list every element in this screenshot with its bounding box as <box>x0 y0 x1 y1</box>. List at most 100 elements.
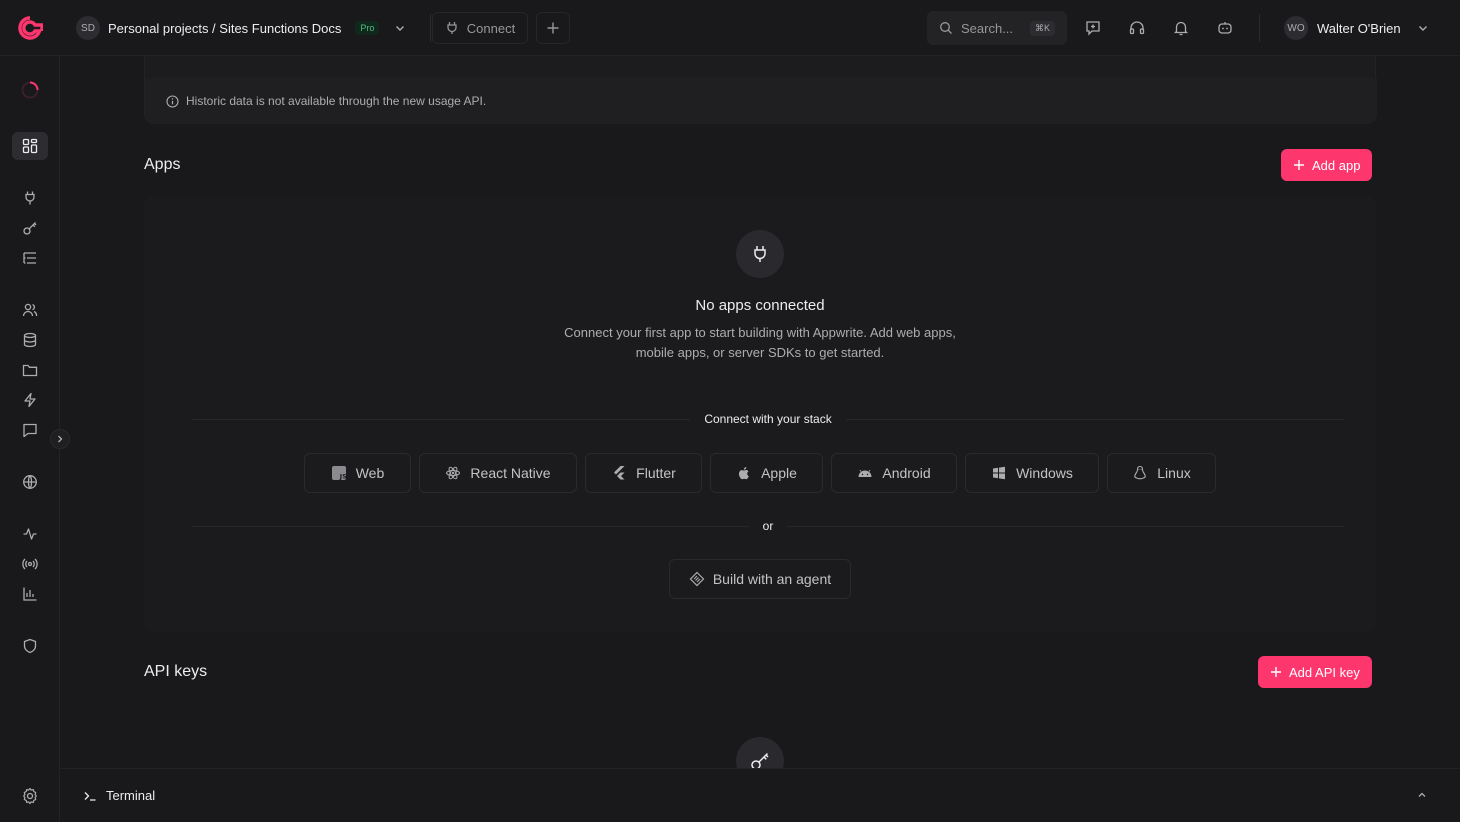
sidebar-item-onboarding[interactable] <box>12 76 48 104</box>
platform-android-button[interactable]: Android <box>831 453 957 493</box>
connect-label: Connect <box>466 20 516 36</box>
sidebar-item-storage[interactable] <box>12 356 48 384</box>
database-icon <box>23 332 37 348</box>
bell-icon[interactable] <box>1171 18 1191 38</box>
react-icon <box>446 466 461 480</box>
appwrite-logo-icon[interactable] <box>17 15 43 41</box>
platform-flutter-label: Flutter <box>636 465 676 481</box>
sidebar-item-databases[interactable] <box>12 326 48 354</box>
apps-title: Apps <box>144 156 181 173</box>
or-label: or <box>762 519 774 533</box>
add-app-button[interactable]: Add app <box>1281 149 1373 181</box>
info-icon <box>166 94 179 108</box>
svg-text:JS: JS <box>339 473 347 481</box>
sidebar <box>0 56 70 822</box>
apple-icon <box>739 467 749 480</box>
main-content: Historic data is not available through t… <box>60 56 1460 768</box>
linux-icon <box>1134 465 1147 480</box>
flutter-icon <box>614 466 625 480</box>
platform-flutter-button[interactable]: Flutter <box>585 453 702 493</box>
terminal-bar[interactable]: Terminal <box>60 768 1460 822</box>
platform-apple-button[interactable]: Apple <box>710 453 823 493</box>
platform-react-native-button[interactable]: React Native <box>419 453 577 493</box>
empty-apps-description: Connect your first app to start building… <box>564 325 956 360</box>
plus-icon <box>1294 160 1304 170</box>
terminal-label: Terminal <box>106 788 156 803</box>
chevron-down-icon <box>1418 26 1427 31</box>
sidebar-item-messaging[interactable] <box>12 416 48 444</box>
sidebar-item-auth[interactable] <box>12 296 48 324</box>
list-tree-icon <box>23 252 36 264</box>
platform-apple-label: Apple <box>761 465 797 481</box>
sidebar-item-overview[interactable] <box>12 132 48 160</box>
android-icon <box>858 469 872 477</box>
folder-icon <box>22 364 38 377</box>
divider <box>1259 14 1260 42</box>
build-with-agent-button[interactable]: Build with an agent <box>669 559 851 599</box>
add-api-key-button[interactable]: Add API key <box>1258 656 1372 688</box>
sidebar-item-api-keys[interactable] <box>12 214 48 242</box>
top-bar: SD Personal projects / Sites Functions D… <box>0 0 1460 56</box>
project-switcher[interactable]: SD Personal projects / Sites Functions D… <box>76 14 407 42</box>
pulse-icon <box>23 528 37 540</box>
sidebar-item-activity[interactable] <box>12 520 48 548</box>
build-with-agent-label: Build with an agent <box>712 571 832 587</box>
search-icon <box>940 22 952 34</box>
plus-icon <box>547 22 559 34</box>
search-input[interactable]: Search... ⌘K <box>927 11 1067 45</box>
sidebar-item-platforms[interactable] <box>12 184 48 212</box>
support-headset-icon[interactable] <box>1127 18 1147 38</box>
add-button[interactable] <box>536 12 570 44</box>
key-icon <box>751 752 769 768</box>
usage-card: Historic data is not available through t… <box>144 56 1377 124</box>
plus-icon <box>1271 667 1281 677</box>
chevron-down-icon <box>396 26 405 31</box>
settings-gear-icon[interactable] <box>20 786 40 806</box>
globe-icon <box>23 475 37 489</box>
platform-list: JS Web React Native Flutter Apple Androi… <box>304 453 1216 493</box>
platform-react-native-label: React Native <box>470 465 551 481</box>
connect-button[interactable]: Connect <box>432 12 528 44</box>
windows-icon <box>993 466 1006 480</box>
bar-chart-icon <box>23 587 37 601</box>
search-placeholder: Search... <box>961 20 1014 36</box>
user-menu[interactable]: WO Walter O'Brien <box>1284 15 1430 41</box>
feedback-icon[interactable] <box>1083 18 1103 38</box>
plug-icon <box>447 22 457 34</box>
users-icon <box>22 303 38 317</box>
chevron-up-icon[interactable] <box>1416 789 1428 801</box>
message-icon <box>23 423 37 438</box>
platform-linux-button[interactable]: Linux <box>1107 453 1216 493</box>
plug-icon <box>25 191 35 205</box>
platform-web-button[interactable]: JS Web <box>304 453 411 493</box>
stack-divider: Connect with your stack <box>192 409 1345 429</box>
sidebar-item-sites[interactable] <box>12 468 48 496</box>
platform-windows-button[interactable]: Windows <box>965 453 1099 493</box>
assistant-bot-icon[interactable] <box>1215 18 1235 38</box>
project-avatar: SD <box>76 16 100 40</box>
user-avatar: WO <box>1284 16 1308 40</box>
terminal-prompt-icon <box>84 791 96 801</box>
sidebar-item-realtime[interactable] <box>12 550 48 578</box>
web-js-icon: JS <box>331 466 347 481</box>
usage-notice: Historic data is not available through t… <box>145 78 1377 124</box>
empty-apps-title: No apps connected <box>695 297 825 314</box>
plan-badge: Pro <box>355 21 380 35</box>
plug-icon <box>754 246 766 262</box>
platform-web-label: Web <box>355 465 385 481</box>
shield-icon <box>23 638 37 654</box>
or-divider: or <box>192 516 1345 536</box>
stack-label: Connect with your stack <box>704 412 832 426</box>
breadcrumb: Personal projects / Sites Functions Docs <box>108 20 342 36</box>
add-api-key-label: Add API key <box>1289 664 1360 680</box>
divider <box>430 14 431 42</box>
sidebar-item-security[interactable] <box>12 632 48 660</box>
broadcast-icon <box>22 558 38 570</box>
sidebar-item-tasks[interactable] <box>12 244 48 272</box>
sidebar-item-usage[interactable] <box>12 580 48 608</box>
sidebar-item-functions[interactable] <box>12 386 48 414</box>
progress-ring-icon <box>21 81 39 99</box>
notice-text: Historic data is not available through t… <box>186 94 487 108</box>
empty-api-keys-badge <box>736 737 784 768</box>
api-keys-title: API keys <box>144 663 208 680</box>
